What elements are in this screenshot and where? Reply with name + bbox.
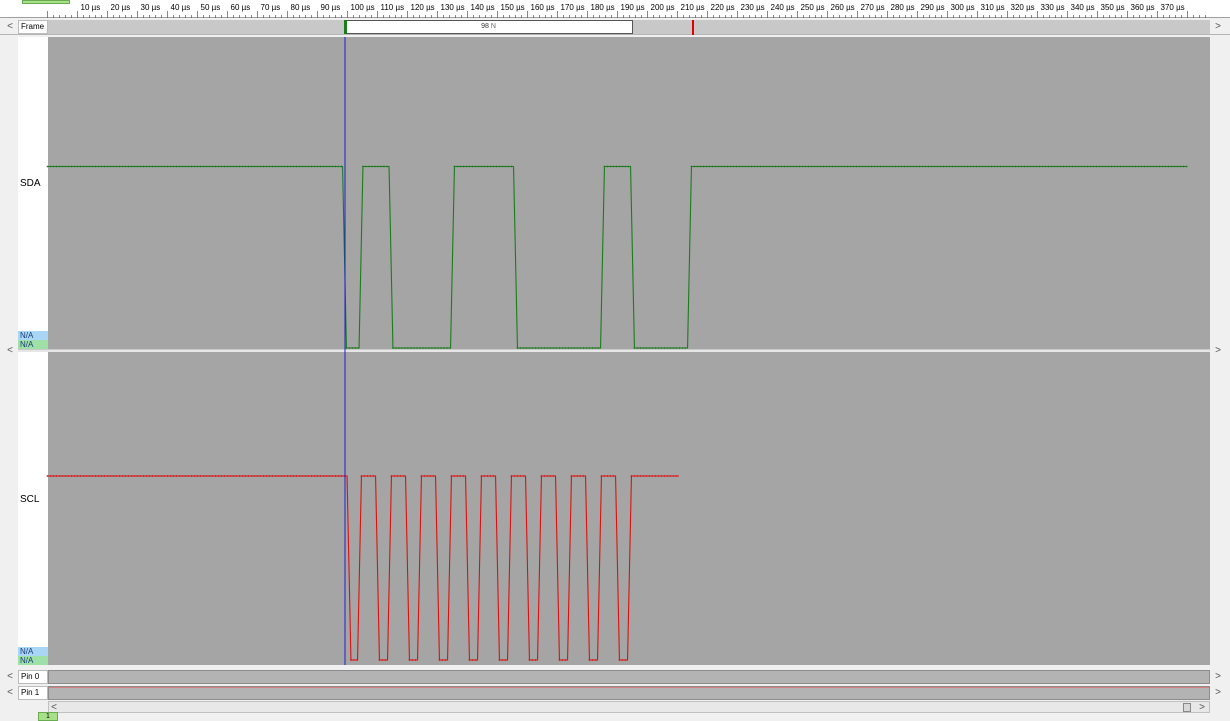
ruler-tick-label: 130 µs [441,3,465,12]
ruler-tick-label: 290 µs [921,3,945,12]
ruler-tick-label: 50 µs [201,3,221,12]
ruler-tick-label: 170 µs [561,3,585,12]
pin1-trace [49,687,1209,688]
pin1-scroll-right-icon[interactable]: > [1212,686,1224,700]
scl-plot-area[interactable] [48,352,1210,665]
frame-time-marker[interactable] [692,20,694,35]
ruler-tick-label: 230 µs [741,3,765,12]
ruler-tick-label: 280 µs [891,3,915,12]
ruler-tick-label: 20 µs [111,3,131,12]
scl-na-bottom: N/A [18,656,48,665]
ruler-tick-label: 80 µs [291,3,311,12]
ruler-tick-label: 300 µs [951,3,975,12]
pin0-scroll-right-icon[interactable]: > [1212,670,1224,684]
horizontal-scrollbar[interactable] [48,701,1210,713]
ruler-tick-label: 220 µs [711,3,735,12]
ruler-tick-label: 250 µs [801,3,825,12]
frame-scroll-left-icon[interactable]: < [4,20,16,34]
ruler-tick-label: 200 µs [651,3,675,12]
scl-channel-name: SCL [20,494,40,505]
ruler-tick-label: 10 µs [81,3,101,12]
pin1-scroll-left-icon[interactable]: < [4,686,16,700]
scl-na-top: N/A [18,647,48,656]
pin0-label: Pin 0 [18,670,48,684]
frame-suffix: N [490,23,496,30]
ruler-position-tab[interactable] [22,0,70,4]
sda-channel-name: SDA [20,178,41,189]
ruler-tick-label: 110 µs [381,3,405,12]
ruler-tick-label: 310 µs [981,3,1005,12]
ruler-tick-label: 330 µs [1041,3,1065,12]
time-ruler[interactable]: 10 µs 20 µs 30 µs 40 µs 50 µs 60 µs 70 µs 80 µs… [0,0,1230,18]
decoded-frame-box[interactable]: 98 N [344,20,633,34]
ruler-tick-label: 350 µs [1101,3,1125,12]
logic-analyzer-window: 10 µs 20 µs 30 µs 40 µs 50 µs 60 µs 70 µs 80 µs… [0,0,1230,721]
sda-na-top: N/A [18,331,48,340]
ruler-tick-label: 30 µs [141,3,161,12]
frame-start-marker [344,20,347,34]
pin0-scroll-left-icon[interactable]: < [4,670,16,684]
ruler-tick-label: 340 µs [1071,3,1095,12]
ruler-tick-label: 100 µs [351,3,375,12]
frame-scroll-right-icon[interactable]: > [1212,20,1224,34]
ruler-tick-label: 40 µs [171,3,191,12]
ruler-tick-label: 270 µs [861,3,885,12]
ruler-tick-label: 90 µs [321,3,341,12]
ruler-tick-label: 360 µs [1131,3,1155,12]
frame-row-label: Frame [18,20,48,34]
page-tab[interactable]: 1 [38,712,58,721]
frame-value: 98 [481,23,489,30]
ruler-tick-label: 120 µs [411,3,435,12]
ruler-ticks: 10 µs 20 µs 30 µs 40 µs 50 µs 60 µs 70 µs 80 µs… [47,3,1206,18]
sda-label-column[interactable] [18,37,48,349]
ruler-tick-label: 370 µs [1161,3,1185,12]
ruler-tick-label: 240 µs [771,3,795,12]
sda-na-bottom: N/A [18,340,48,349]
ruler-tick-label: 210 µs [681,3,705,12]
ruler-tick-label: 70 µs [261,3,281,12]
hscroll-right-icon[interactable]: > [1196,701,1208,715]
scl-label-column[interactable] [18,352,48,665]
sda-plot-area[interactable] [48,37,1210,349]
ruler-tick-label: 140 µs [471,3,495,12]
ruler-tick-label: 150 µs [501,3,525,12]
ruler-tick-label: 60 µs [231,3,251,12]
pin1-plot[interactable] [48,686,1210,700]
ruler-tick-label: 190 µs [621,3,645,12]
ruler-tick-label: 320 µs [1011,3,1035,12]
ruler-tick-label: 180 µs [591,3,615,12]
ruler-tick-label: 160 µs [531,3,555,12]
ruler-tick-label: 260 µs [831,3,855,12]
hscroll-thumb[interactable] [1183,703,1191,712]
pin0-plot[interactable] [48,670,1210,684]
panel-scroll-right-icon[interactable]: > [1212,344,1224,358]
panel-scroll-left-icon[interactable]: < [4,344,16,358]
pin1-label: Pin 1 [18,686,48,700]
